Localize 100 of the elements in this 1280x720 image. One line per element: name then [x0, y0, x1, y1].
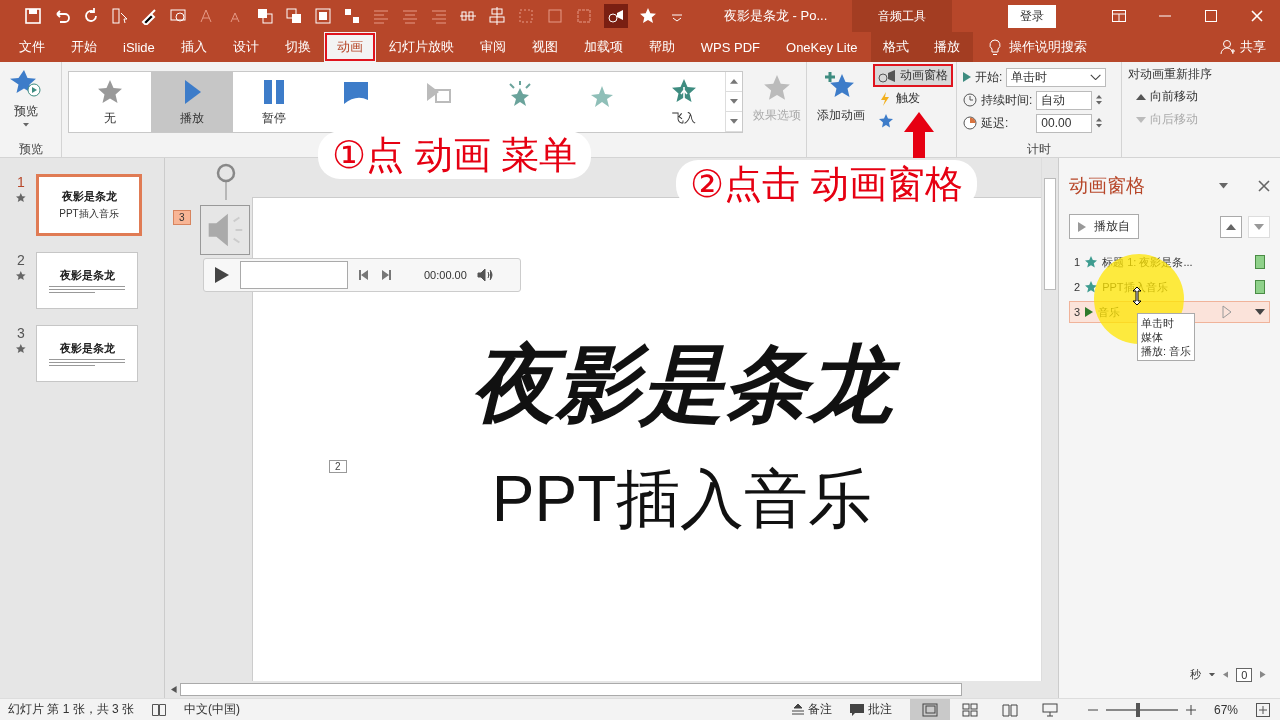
spin-down-icon[interactable]	[1096, 101, 1103, 105]
close-icon[interactable]	[1258, 180, 1270, 192]
lightning-icon	[878, 91, 892, 106]
menu-tab[interactable]: WPS PDF	[687, 32, 774, 62]
normal-view-icon	[921, 702, 938, 717]
zoom-slider-thumb[interactable]	[1136, 702, 1141, 717]
add-animation-button[interactable]: 添加动画	[813, 68, 869, 126]
animation-toolbar-icon[interactable]	[604, 4, 628, 28]
scroll-up-icon[interactable]	[730, 79, 738, 84]
slideshow-icon[interactable]	[169, 7, 187, 25]
send-backward-icon[interactable]	[285, 7, 303, 25]
menu-tab[interactable]: 插入	[167, 32, 220, 62]
menu-tab[interactable]: 切换	[271, 32, 324, 62]
tell-me-search[interactable]: 操作说明搜索	[1008, 38, 1087, 56]
menu-tab[interactable]: 播放	[921, 32, 973, 62]
menu-tab[interactable]: 设计	[219, 32, 272, 62]
spin-up-icon[interactable]	[1096, 95, 1103, 99]
bring-forward-icon[interactable]	[256, 7, 274, 25]
menu-tab[interactable]: 动画	[323, 32, 376, 62]
skip-forward-icon[interactable]	[380, 269, 392, 281]
menu-tab[interactable]: 视图	[518, 32, 571, 62]
caret-icon[interactable]	[1255, 309, 1265, 315]
spin-down-icon[interactable]	[1096, 124, 1103, 128]
scrollbar-thumb[interactable]	[1044, 178, 1056, 290]
pointer-icon[interactable]	[111, 7, 129, 25]
notes-button[interactable]: 备注	[807, 701, 832, 718]
menu-tab[interactable]: 审阅	[466, 32, 519, 62]
zoom-out-icon[interactable]	[1087, 708, 1098, 711]
spin-up-icon[interactable]	[1096, 118, 1103, 122]
maximize-icon[interactable]	[1205, 10, 1217, 22]
menu-tab[interactable]: 格式	[870, 32, 922, 62]
annotation-callout: ①点 动画 菜单	[318, 131, 592, 179]
sign-in-button[interactable]: 登录	[1008, 4, 1056, 28]
caret-icon[interactable]	[1219, 183, 1228, 189]
scroll-left-icon[interactable]	[1222, 671, 1229, 678]
group-label: 计时	[1026, 141, 1052, 157]
skip-back-icon[interactable]	[358, 269, 370, 281]
save-icon[interactable]	[24, 7, 42, 25]
expand-gallery-icon[interactable]	[730, 119, 738, 124]
group-icon[interactable]	[343, 7, 361, 25]
animation-tag: 3	[173, 210, 191, 225]
menu-tab[interactable]: iSlide	[110, 32, 168, 62]
chevron-icon	[1090, 73, 1102, 81]
notes-icon	[791, 704, 804, 715]
book-icon[interactable]	[152, 703, 167, 716]
play-icon[interactable]	[214, 266, 230, 284]
menu-tab[interactable]: 加载项	[570, 32, 636, 62]
star-icon	[1085, 281, 1098, 293]
scroll-left-icon[interactable]	[171, 686, 177, 693]
duration-field[interactable]: 自动	[1036, 90, 1093, 110]
menu-tab[interactable]: 幻灯片放映	[375, 32, 467, 62]
align-middle-icon[interactable]	[488, 7, 506, 25]
zoom-level[interactable]: 67%	[1213, 702, 1238, 717]
undo-icon[interactable]	[53, 7, 71, 25]
menu-tab[interactable]: OneKey Lite	[773, 32, 871, 62]
preview-button[interactable]: 预览	[6, 66, 46, 129]
scroll-down-icon[interactable]	[730, 99, 738, 104]
seconds-dropdown[interactable]: 秒	[1189, 667, 1201, 682]
menu-tab[interactable]: 文件	[6, 32, 58, 62]
timeline-field[interactable]: 0	[1236, 667, 1253, 682]
slide-number: 3	[17, 325, 25, 341]
move-down-button[interactable]	[1248, 215, 1270, 238]
frame-icon[interactable]	[314, 7, 332, 25]
share-button[interactable]: 共享	[1240, 38, 1266, 56]
slide-thumbnail[interactable]: 夜影是条龙	[36, 252, 138, 309]
star-icon[interactable]	[639, 7, 657, 25]
play-from-button[interactable]: 播放自	[1069, 214, 1139, 239]
timing-bar	[1255, 280, 1265, 294]
animation-pane-button[interactable]: 动画窗格	[875, 66, 951, 85]
brush-icon[interactable]	[140, 7, 158, 25]
progress-track[interactable]	[240, 261, 348, 289]
scroll-right-icon[interactable]	[1260, 671, 1266, 678]
delay-field[interactable]: 00.00	[1036, 113, 1093, 133]
star-burst-icon	[506, 80, 534, 108]
speaker-icon[interactable]	[200, 205, 250, 255]
move-up-button[interactable]	[1220, 215, 1242, 238]
menu-tab[interactable]: 开始	[58, 32, 110, 62]
normal-view-button[interactable]	[909, 699, 950, 720]
move-forward-button[interactable]: 向前移动	[1128, 87, 1201, 106]
fit-to-window-icon[interactable]	[1256, 702, 1270, 717]
start-dropdown[interactable]: 单击时	[1006, 67, 1107, 87]
star-play-icon	[10, 68, 42, 100]
slide-thumbnail[interactable]: 夜影是条龙 PPT插入音乐	[36, 174, 142, 236]
menu-tab[interactable]: 帮助	[635, 32, 688, 62]
slide-number: 2	[17, 252, 25, 268]
volume-icon[interactable]	[476, 268, 493, 282]
animation-star-icon	[16, 193, 26, 203]
comments-button[interactable]: 批注	[867, 701, 892, 718]
play-outline-icon	[1222, 305, 1232, 319]
trigger-button[interactable]: 触发	[875, 89, 951, 108]
ribbon-display-icon[interactable]	[1112, 10, 1126, 22]
reading-view-icon	[1001, 702, 1018, 717]
zoom-in-icon[interactable]	[1185, 704, 1196, 715]
slide-thumbnail[interactable]: 夜影是条龙	[36, 325, 138, 382]
caret-icon[interactable]	[1208, 672, 1215, 677]
delay-label: 延迟:	[981, 114, 1009, 132]
animation-gallery-item[interactable]: 播放	[151, 72, 233, 132]
duration-label: 持续时间:	[981, 91, 1033, 109]
redo-icon[interactable]	[82, 7, 100, 25]
scrollbar-thumb[interactable]	[179, 683, 962, 696]
